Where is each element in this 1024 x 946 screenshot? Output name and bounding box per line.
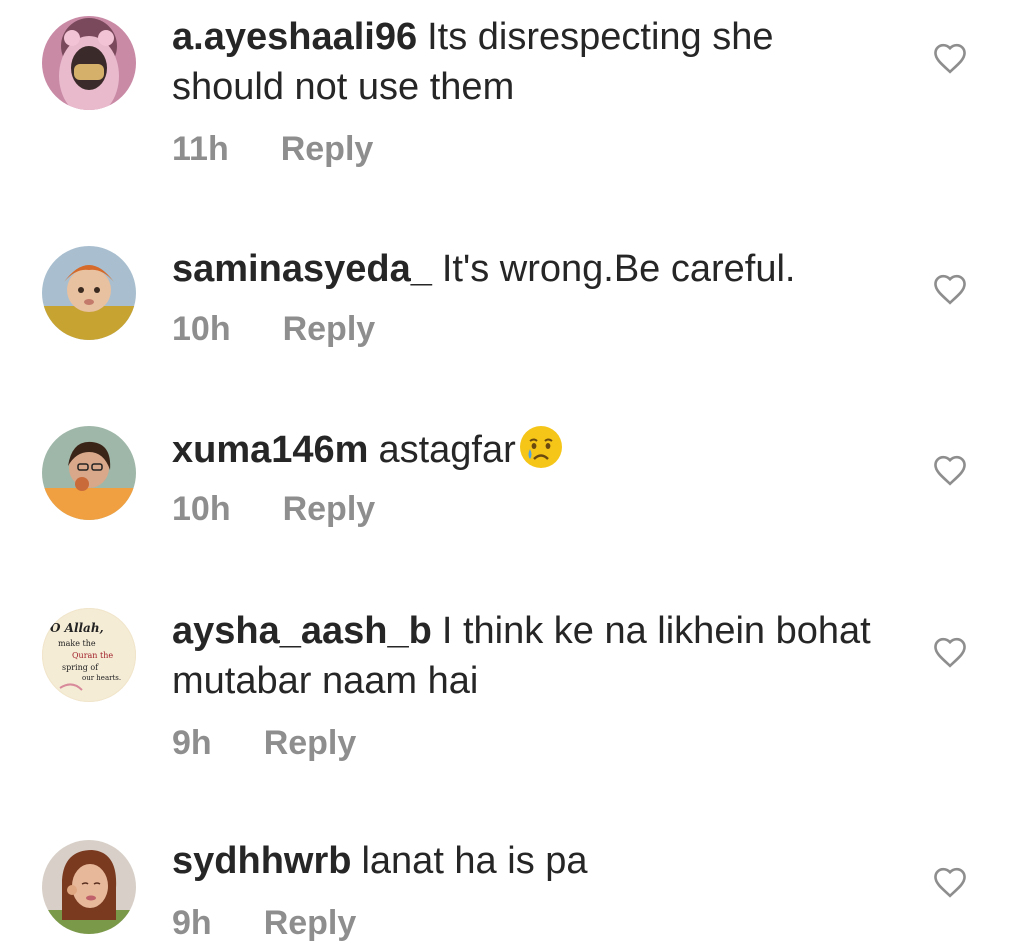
comment-text: saminasyeda_ It's wrong.Be careful.: [172, 244, 892, 294]
comment-body: astagfar: [378, 429, 516, 471]
heart-icon[interactable]: [932, 866, 968, 898]
heart-icon[interactable]: [932, 273, 968, 305]
comment-body: lanat ha is pa: [361, 840, 588, 882]
avatar[interactable]: O Allah, make the Quran the spring of ou…: [42, 608, 136, 702]
reply-button[interactable]: Reply: [264, 724, 357, 763]
comment-meta: 9h Reply: [172, 724, 356, 763]
comment-meta: 11h Reply: [172, 130, 373, 169]
comment-timestamp: 10h: [172, 310, 231, 348]
comment-username[interactable]: aysha_aash_b: [172, 610, 432, 652]
avatar[interactable]: [42, 246, 136, 340]
avatar[interactable]: [42, 426, 136, 520]
avatar-text-line: our hearts.: [82, 674, 121, 682]
comment-text: xuma146m astagfar: [172, 424, 892, 475]
avatar-text-line: O Allah,: [50, 621, 104, 635]
comment-timestamp: 9h: [172, 904, 212, 942]
comment-username[interactable]: sydhhwrb: [172, 840, 351, 882]
crying-face-emoji: [518, 424, 564, 470]
comment-meta: 10h Reply: [172, 310, 375, 349]
comment-timestamp: 11h: [172, 130, 229, 168]
comment-username[interactable]: a.ayeshaali96: [172, 16, 417, 58]
comment-meta: 9h Reply: [172, 904, 356, 943]
comment-timestamp: 9h: [172, 724, 212, 762]
heart-icon[interactable]: [932, 42, 968, 74]
comment-text: sydhhwrb lanat ha is pa: [172, 836, 892, 886]
comment-meta: 10h Reply: [172, 490, 375, 529]
reply-button[interactable]: Reply: [281, 130, 374, 169]
avatar-text-line: spring of: [62, 663, 99, 672]
reply-button[interactable]: Reply: [264, 904, 357, 943]
reply-button[interactable]: Reply: [283, 490, 376, 529]
reply-button[interactable]: Reply: [283, 310, 376, 349]
heart-icon[interactable]: [932, 454, 968, 486]
comment-username[interactable]: xuma146m: [172, 429, 368, 471]
avatar-text-line: Quran the: [72, 651, 113, 660]
heart-icon[interactable]: [932, 636, 968, 668]
comment-body: It's wrong.Be careful.: [441, 248, 796, 290]
comment-text: a.ayeshaali96 Its disrespecting she shoul…: [172, 12, 892, 112]
avatar[interactable]: [42, 840, 136, 934]
comment-text: aysha_aash_b I think ke na likhein bohat …: [172, 606, 892, 706]
avatar-text-line: make the: [58, 639, 96, 648]
avatar[interactable]: [42, 16, 136, 110]
comment-username[interactable]: saminasyeda_: [172, 248, 432, 290]
comment-timestamp: 10h: [172, 490, 231, 528]
